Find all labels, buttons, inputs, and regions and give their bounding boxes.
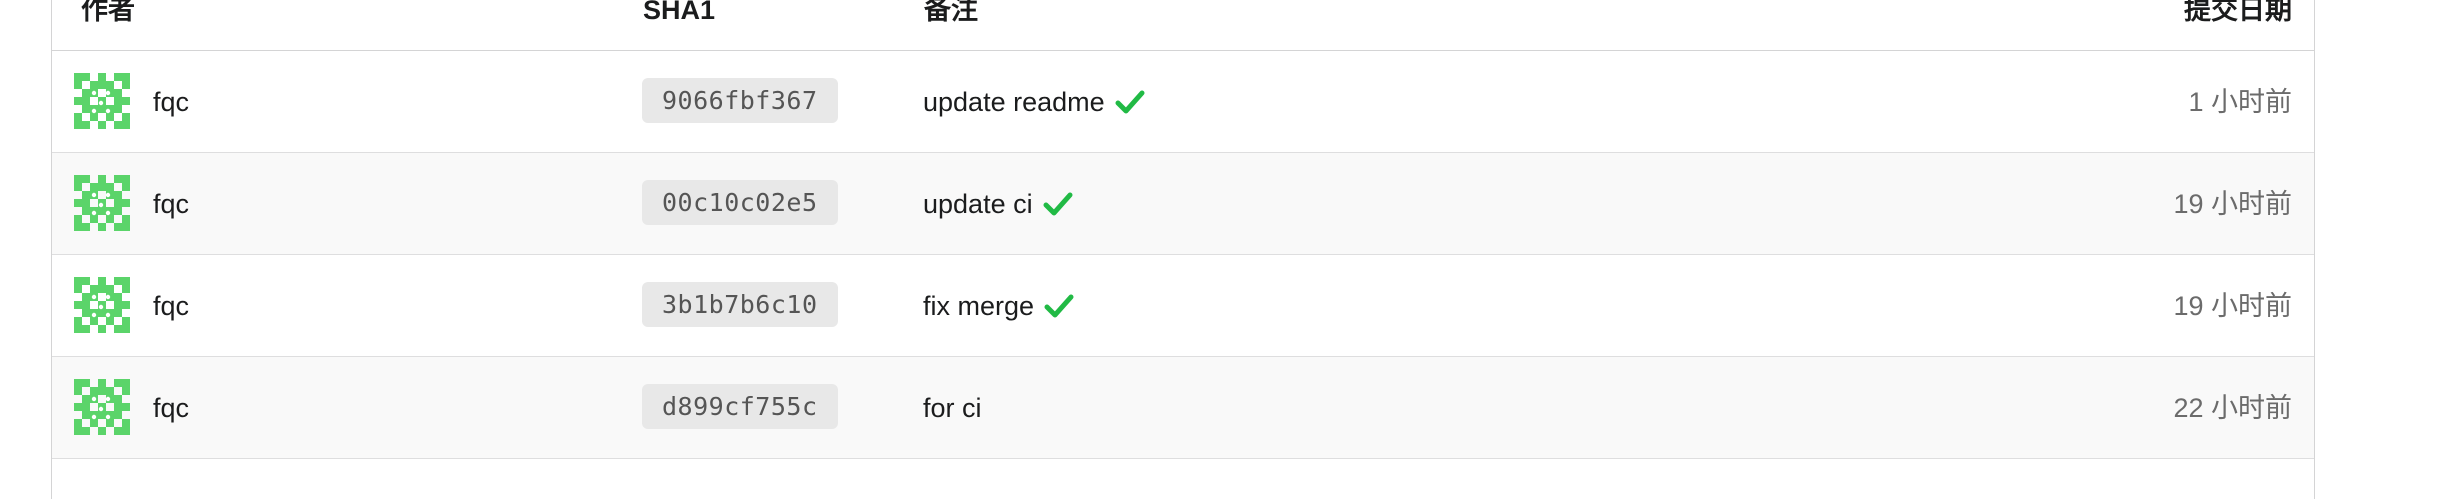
author-name[interactable]: fqc xyxy=(153,392,189,424)
commit-message: update readme xyxy=(923,86,1145,118)
commit-sha-link[interactable]: 3b1b7b6c10 xyxy=(642,282,838,327)
commit-message: for ci xyxy=(923,392,982,424)
commits-table: 作者 SHA1 备注 提交日期 fqc 9066fbf367 update re… xyxy=(51,0,2315,499)
author-avatar-icon[interactable] xyxy=(74,175,130,231)
author-name[interactable]: fqc xyxy=(153,188,189,220)
table-row: fqc d899cf755c for ci 22 小时前 xyxy=(52,357,2314,459)
table-row xyxy=(52,459,2314,499)
commit-sha-link[interactable]: 9066fbf367 xyxy=(642,78,838,123)
author-name[interactable]: fqc xyxy=(153,290,189,322)
commit-date: 22 小时前 xyxy=(2173,393,2292,423)
author-avatar-icon[interactable] xyxy=(74,379,130,435)
checkmark-icon[interactable] xyxy=(1115,88,1145,116)
table-header: 作者 SHA1 备注 提交日期 xyxy=(52,0,2314,51)
commit-message-text[interactable]: fix merge xyxy=(923,290,1034,322)
commit-date: 19 小时前 xyxy=(2173,291,2292,321)
table-row: fqc 9066fbf367 update readme 1 小时前 xyxy=(52,51,2314,153)
table-row: fqc 00c10c02e5 update ci 19 小时前 xyxy=(52,153,2314,255)
commit-message-text[interactable]: update ci xyxy=(923,188,1033,220)
author-avatar-icon[interactable] xyxy=(74,73,130,129)
commit-message: update ci xyxy=(923,188,1073,220)
commit-message-text[interactable]: update readme xyxy=(923,86,1105,118)
header-sha[interactable]: SHA1 xyxy=(643,0,715,26)
table-row: fqc 3b1b7b6c10 fix merge 19 小时前 xyxy=(52,255,2314,357)
header-note[interactable]: 备注 xyxy=(924,0,978,26)
author-avatar-icon[interactable] xyxy=(74,277,130,333)
commit-message-text[interactable]: for ci xyxy=(923,392,982,424)
commit-sha-link[interactable]: 00c10c02e5 xyxy=(642,180,838,225)
checkmark-icon[interactable] xyxy=(1043,190,1073,218)
author-name[interactable]: fqc xyxy=(153,86,189,118)
commit-date: 19 小时前 xyxy=(2173,189,2292,219)
commit-sha-link[interactable]: d899cf755c xyxy=(642,384,838,429)
header-date[interactable]: 提交日期 xyxy=(2184,0,2292,26)
commit-date: 1 小时前 xyxy=(2188,87,2292,117)
checkmark-icon[interactable] xyxy=(1044,292,1074,320)
header-author[interactable]: 作者 xyxy=(81,0,135,26)
commit-message: fix merge xyxy=(923,290,1074,322)
